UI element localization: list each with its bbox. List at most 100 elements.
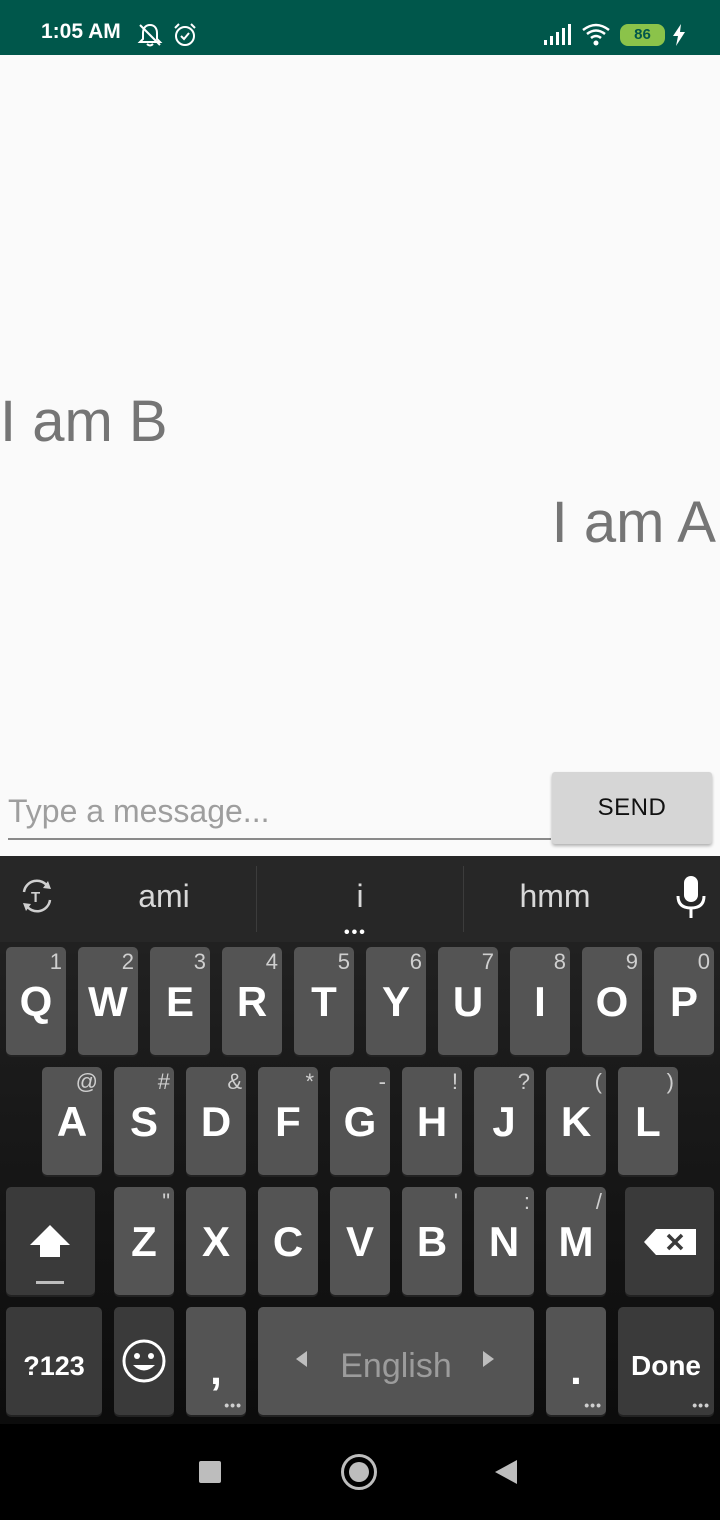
battery-indicator: 86 <box>620 24 665 46</box>
key-hint: " <box>162 1189 170 1214</box>
key-b[interactable]: B ' <box>402 1187 462 1295</box>
key-hint: / <box>595 1189 602 1214</box>
key-s[interactable]: S # <box>114 1067 174 1175</box>
key-hint: 6 <box>409 949 422 974</box>
key-hint: & <box>227 1069 242 1094</box>
more-options-dots: ••• <box>692 1397 710 1413</box>
key-label: C <box>272 1218 304 1265</box>
space-key[interactable]: English <box>258 1307 534 1415</box>
key-label: A <box>56 1098 88 1145</box>
key-hint: 4 <box>265 949 278 974</box>
key-k[interactable]: K( <box>546 1067 606 1175</box>
key-hint: 3 <box>193 949 206 974</box>
key-label: V <box>345 1218 374 1265</box>
key-hint: # <box>157 1069 170 1094</box>
key-label: S <box>129 1098 158 1145</box>
suggestion-i[interactable]: i <box>265 878 455 915</box>
key-label: N <box>488 1218 520 1265</box>
shift-key[interactable] <box>6 1187 95 1295</box>
key-label: T <box>311 978 337 1025</box>
key-x[interactable]: X <box>186 1187 246 1295</box>
key-a[interactable]: A @ <box>42 1067 102 1175</box>
key-p[interactable]: P0 <box>654 947 714 1055</box>
comma-key[interactable]: , ••• <box>186 1307 246 1415</box>
key-label: B <box>416 1218 448 1265</box>
key-hint: ! <box>451 1069 458 1094</box>
period-key[interactable]: . ••• <box>546 1307 606 1415</box>
key-label: D <box>200 1098 232 1145</box>
status-time: 1:05 AM <box>41 20 121 43</box>
emoji-key[interactable] <box>114 1307 174 1415</box>
key-o[interactable]: O9 <box>582 947 642 1055</box>
key-h[interactable]: H! <box>402 1067 462 1175</box>
key-label: P <box>669 978 698 1025</box>
key-hint: 9 <box>625 949 638 974</box>
key-hint: 5 <box>337 949 350 974</box>
key-c[interactable]: C <box>258 1187 318 1295</box>
key-r[interactable]: R4 <box>222 947 282 1055</box>
message-input[interactable] <box>8 788 551 840</box>
suggestion-divider <box>463 866 464 932</box>
home-dot-icon <box>349 1462 369 1482</box>
translate-icon[interactable]: T <box>20 878 54 914</box>
key-n[interactable]: N: <box>474 1187 534 1295</box>
home-button[interactable] <box>341 1454 377 1490</box>
suggestion-divider <box>256 866 257 932</box>
done-key[interactable]: Done ••• <box>618 1307 714 1415</box>
key-label: K <box>560 1098 592 1145</box>
app-root: 1:05 AM 86 I am B I am A Type a message.… <box>0 0 720 1520</box>
key-label: U <box>452 978 484 1025</box>
svg-text:T: T <box>31 889 40 906</box>
suggestion-bar: T ami i ••• hmm <box>0 856 720 942</box>
recents-button[interactable] <box>199 1461 221 1483</box>
key-y[interactable]: Y6 <box>366 947 426 1055</box>
key-label: W <box>88 978 128 1025</box>
key-l[interactable]: L) <box>618 1067 678 1175</box>
key-hint: ( <box>594 1069 602 1094</box>
key-v[interactable]: V <box>330 1187 390 1295</box>
key-hint: 1 <box>49 949 62 974</box>
key-hint: 8 <box>553 949 566 974</box>
key-label: Q <box>19 978 53 1025</box>
navigation-bar <box>0 1424 720 1520</box>
key-g[interactable]: G- <box>330 1067 390 1175</box>
key-z[interactable]: Z " <box>114 1187 174 1295</box>
key-q[interactable]: Q1 <box>6 947 66 1055</box>
key-i[interactable]: I8 <box>510 947 570 1055</box>
key-label: L <box>635 1098 661 1145</box>
signal-icon <box>544 24 571 45</box>
key-j[interactable]: J? <box>474 1067 534 1175</box>
key-m[interactable]: M / <box>546 1187 606 1295</box>
suggestion-hmm[interactable]: hmm <box>470 878 640 915</box>
key-e[interactable]: E3 <box>150 947 210 1055</box>
key-t[interactable]: T5 <box>294 947 354 1055</box>
shift-icon <box>30 1225 70 1284</box>
suggestion-ami[interactable]: ami <box>80 878 248 915</box>
key-label: J <box>492 1098 516 1145</box>
key-f[interactable]: F * <box>258 1067 318 1175</box>
alarm-icon <box>174 23 196 46</box>
key-label: M <box>558 1218 594 1265</box>
send-button[interactable]: SEND <box>552 772 712 844</box>
chat-area: I am B I am A <box>0 55 720 770</box>
key-label: G <box>343 1098 377 1145</box>
key-label: Z <box>131 1218 157 1265</box>
backspace-icon <box>644 1229 696 1255</box>
key-w[interactable]: W2 <box>78 947 138 1055</box>
status-bar: 1:05 AM 86 <box>0 0 720 55</box>
more-options-dots: ••• <box>224 1397 242 1413</box>
microphone-icon[interactable] <box>674 874 708 920</box>
key-u[interactable]: U7 <box>438 947 498 1055</box>
notifications-muted-icon <box>137 23 163 47</box>
symbols-key-label: ?123 <box>23 1351 85 1381</box>
symbols-key[interactable]: ?123 <box>6 1307 102 1415</box>
key-hint: - <box>378 1069 386 1094</box>
key-label: E <box>165 978 194 1025</box>
key-hint: 0 <box>697 949 710 974</box>
charging-icon <box>673 24 685 46</box>
key-hint: ? <box>517 1069 530 1094</box>
back-button[interactable] <box>495 1460 517 1484</box>
key-d[interactable]: D & <box>186 1067 246 1175</box>
soft-keyboard: T ami i ••• hmm Q 1 W 2 E 3 R 4 T 5 Y 6 U 7 I 8 O 9 P 0 A @ S #… <box>0 856 720 1424</box>
backspace-key[interactable] <box>625 1187 714 1295</box>
